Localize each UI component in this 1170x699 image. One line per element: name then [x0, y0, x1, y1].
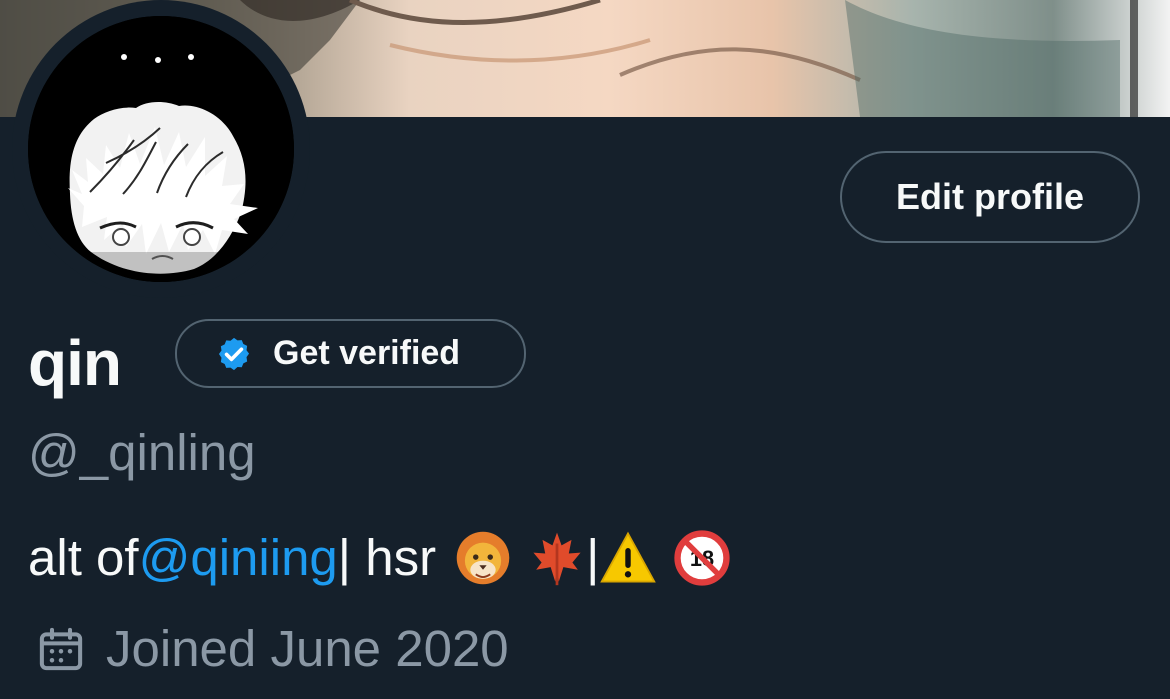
- maple-leaf-icon: [528, 529, 586, 587]
- verified-badge-icon: [218, 337, 250, 370]
- lion-face-icon: [454, 529, 512, 587]
- no-one-under-eighteen-icon: 18: [673, 529, 731, 587]
- warning-icon: [599, 529, 657, 587]
- joined-date: Joined June 2020: [106, 620, 509, 677]
- avatar-artwork: [28, 16, 294, 282]
- profile-bio: alt of @qiniing | hsr | 18: [28, 522, 731, 594]
- edit-profile-label: Edit profile: [896, 176, 1084, 217]
- bio-separator: |: [586, 529, 600, 586]
- display-name: qin: [28, 327, 122, 399]
- joined-date-row: Joined June 2020: [34, 614, 509, 684]
- profile-handle: @_qinling: [28, 424, 256, 481]
- bio-prefix: alt of: [28, 529, 139, 586]
- edit-profile-button[interactable]: Edit profile: [840, 151, 1140, 243]
- bio-mention-link[interactable]: @qiniing: [139, 522, 338, 594]
- avatar[interactable]: [28, 16, 294, 282]
- get-verified-button[interactable]: Get verified: [175, 319, 526, 388]
- get-verified-label: Get verified: [273, 334, 461, 372]
- bio-suffix: | hsr: [337, 529, 437, 586]
- calendar-icon: [39, 627, 83, 671]
